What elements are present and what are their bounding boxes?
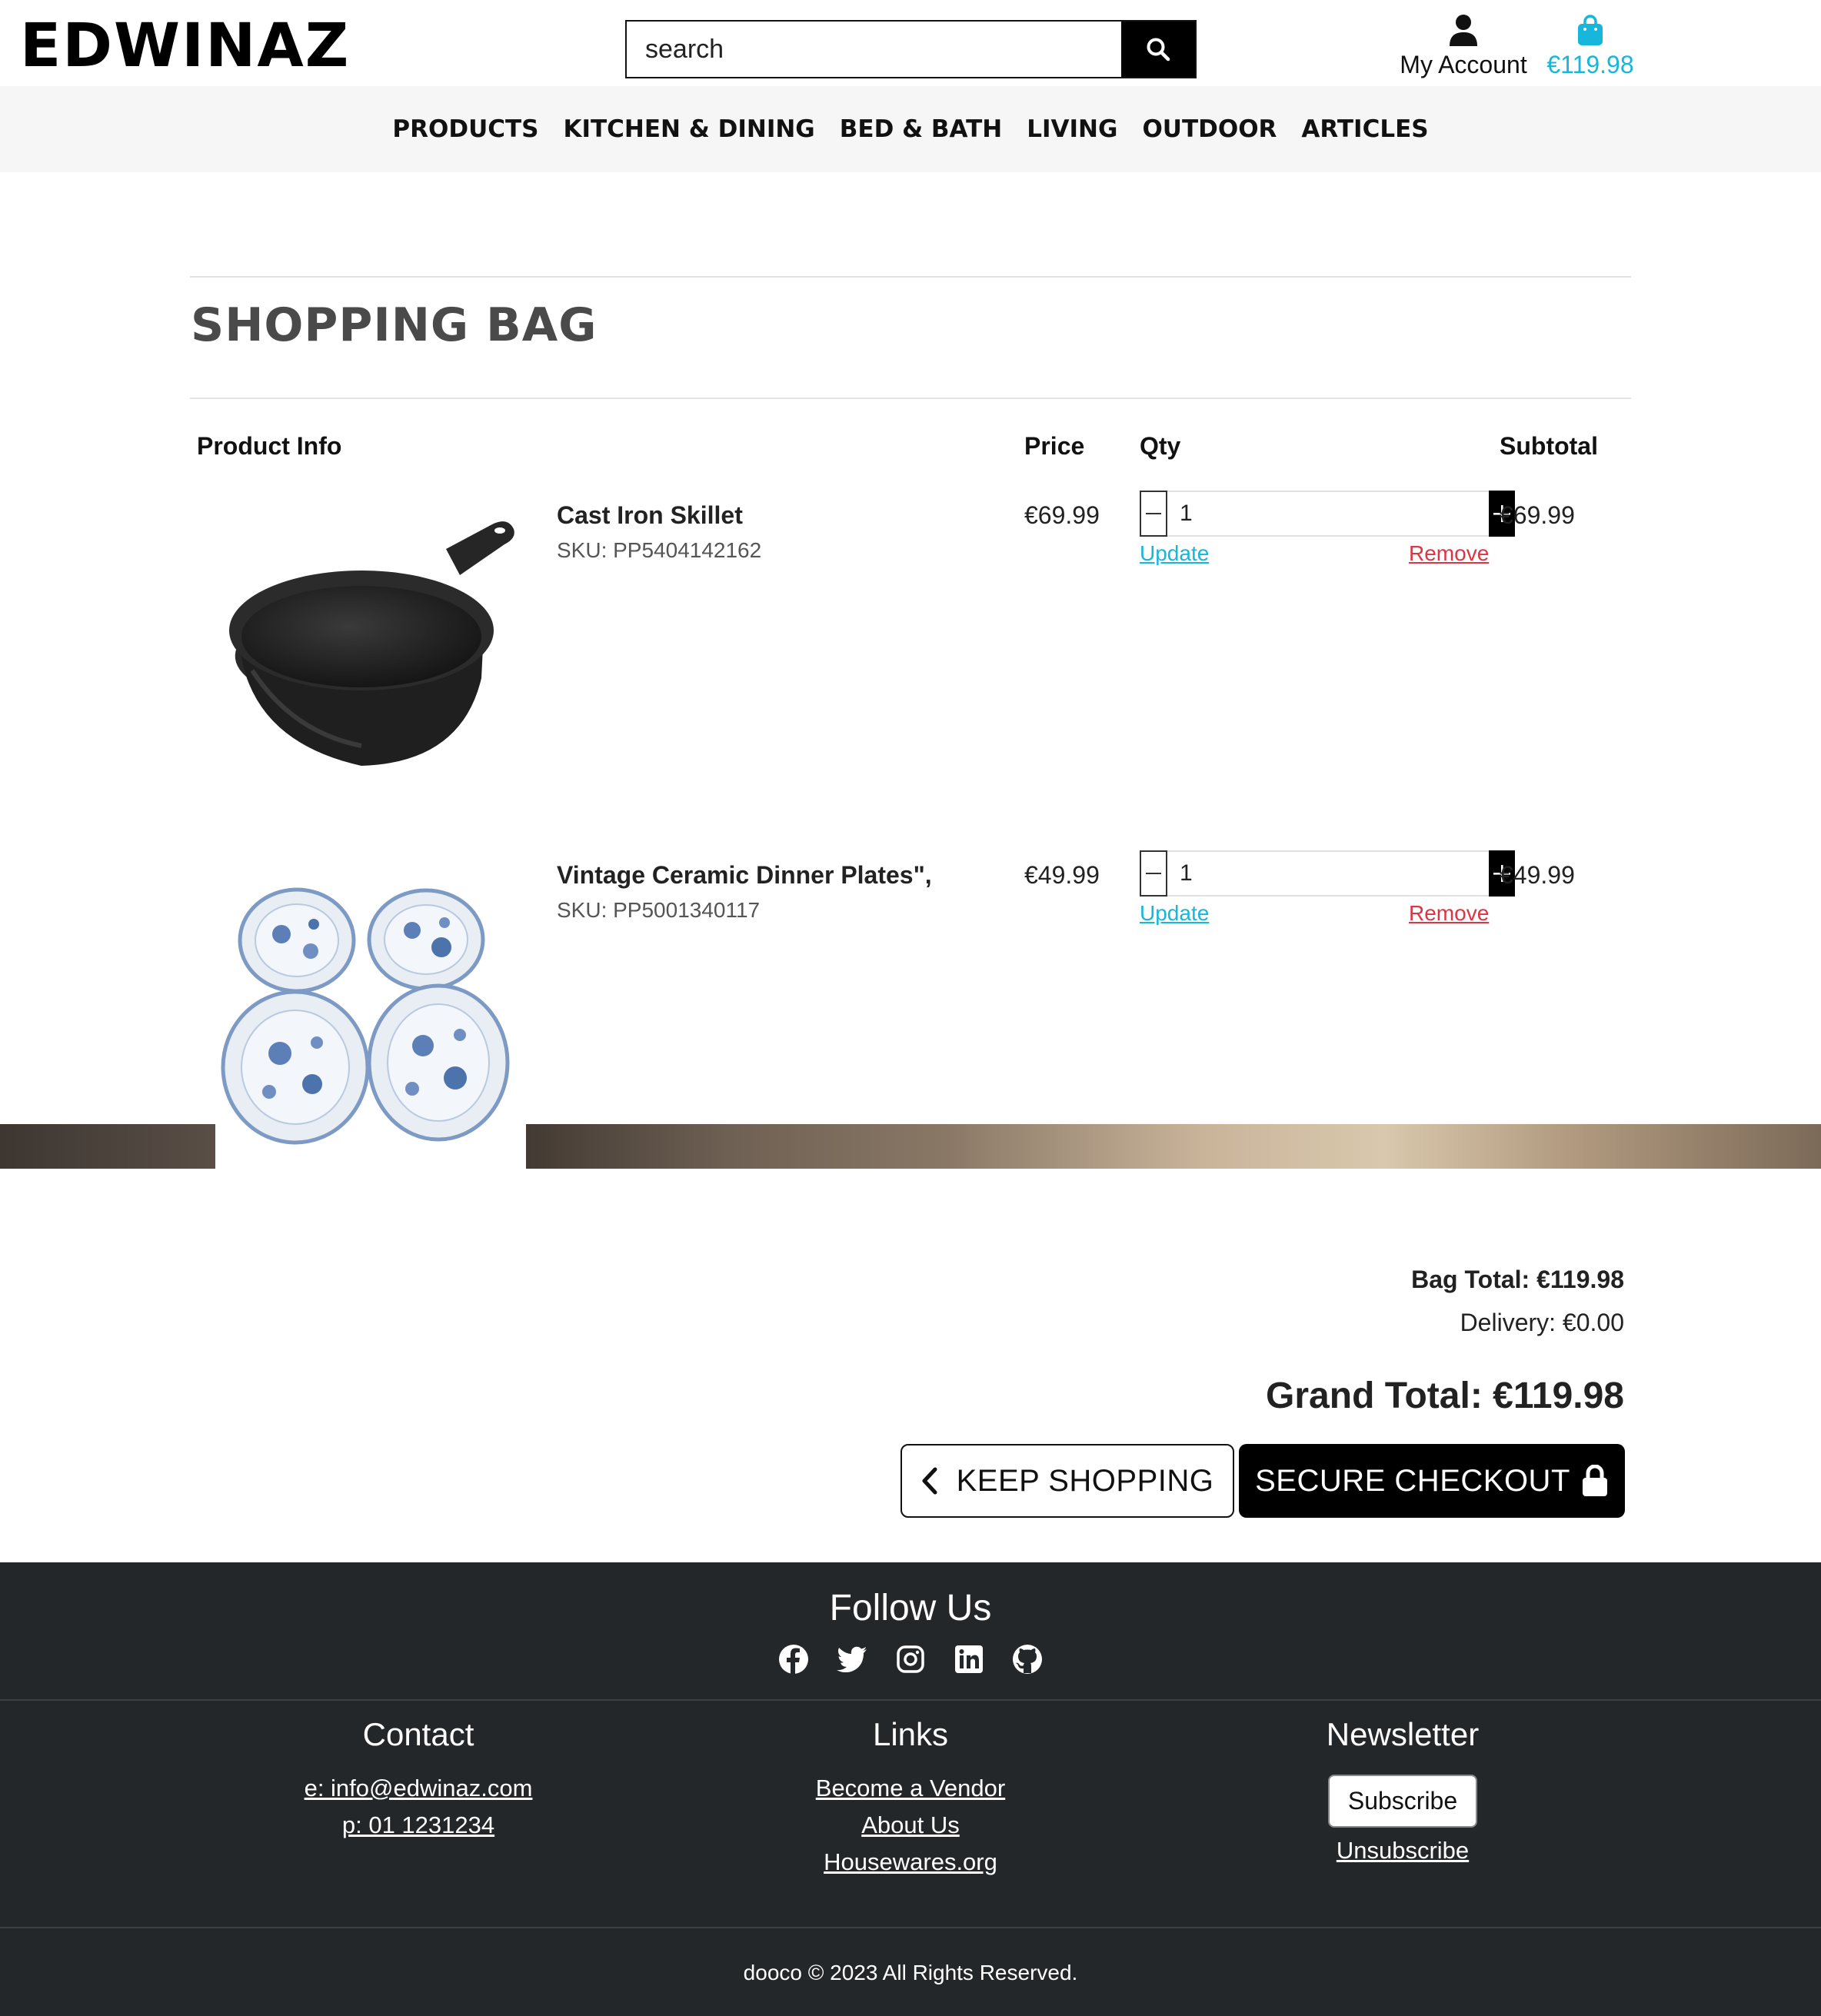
update-link[interactable]: Update <box>1140 541 1209 566</box>
product-price: €49.99 <box>1024 861 1100 889</box>
contact-email-link[interactable]: e: info@edwinaz.com <box>188 1770 649 1807</box>
links-heading: Links <box>872 1716 949 1752</box>
my-account-label: My Account <box>1400 51 1527 78</box>
shopping-bag-link[interactable]: €119.98 <box>1538 11 1643 85</box>
site-logo[interactable]: EDWINAZ <box>20 11 350 82</box>
secure-checkout-button[interactable]: SECURE CHECKOUT <box>1239 1444 1625 1518</box>
product-image-ceramic-plates[interactable] <box>215 861 526 1199</box>
decrement-button[interactable] <box>1140 491 1167 537</box>
search-form <box>625 20 1197 78</box>
footer-divider <box>0 1699 1821 1701</box>
search-button[interactable] <box>1121 22 1195 77</box>
instagram-icon <box>897 1645 924 1673</box>
delivery-cost: Delivery: €0.00 <box>1460 1309 1624 1336</box>
product-sku: SKU: PP5404142162 <box>557 538 762 562</box>
product-subtotal: €49.99 <box>1500 861 1575 889</box>
contact-heading: Contact <box>362 1716 474 1752</box>
twitter-icon <box>837 1646 867 1672</box>
page-title: SHOPPING BAG <box>191 298 598 352</box>
decrement-button[interactable] <box>1140 850 1167 897</box>
contact-phone-link[interactable]: p: 01 1231234 <box>188 1807 649 1844</box>
search-input[interactable] <box>627 22 1121 77</box>
quantity-input[interactable] <box>1167 491 1489 537</box>
search-icon <box>1147 38 1170 62</box>
user-icon <box>1450 15 1477 46</box>
product-image-cast-iron-skillet[interactable] <box>215 501 526 840</box>
newsletter-heading: Newsletter <box>1326 1716 1480 1752</box>
nav-kitchen-dining[interactable]: KITCHEN & DINING <box>563 115 814 143</box>
subscribe-button[interactable]: Subscribe <box>1327 1775 1478 1828</box>
product-name[interactable]: Vintage Ceramic Dinner Plates", <box>557 861 932 890</box>
nav-living[interactable]: LIVING <box>1027 115 1117 143</box>
nav-products[interactable]: PRODUCTS <box>392 115 538 143</box>
product-name[interactable]: Cast Iron Skillet <box>557 501 743 530</box>
column-header-subtotal: Subtotal <box>1500 432 1598 460</box>
keep-shopping-label: KEEP SHOPPING <box>956 1463 1214 1498</box>
product-price: €69.99 <box>1024 501 1100 529</box>
footer-divider <box>0 1927 1821 1928</box>
keep-shopping-button[interactable]: KEEP SHOPPING <box>901 1444 1234 1518</box>
shopping-bag-icon <box>1578 15 1603 45</box>
nav-bed-bath[interactable]: BED & BATH <box>840 115 1002 143</box>
bag-item-row: Vintage Ceramic Dinner Plates", SKU: PP5… <box>0 850 1821 1199</box>
github-link[interactable] <box>1012 1644 1043 1675</box>
nav-outdoor[interactable]: OUTDOOR <box>1142 115 1277 143</box>
my-account-link[interactable]: My Account <box>1392 11 1535 85</box>
bag-item-row: Cast Iron Skillet SKU: PP5404142162 €69.… <box>0 491 1821 840</box>
footer-links: Links Become a Vendor About Us Houseware… <box>680 1716 1141 1881</box>
remove-link[interactable]: Remove <box>1409 901 1489 926</box>
quantity-input[interactable] <box>1167 850 1489 897</box>
product-subtotal: €69.99 <box>1500 501 1575 529</box>
minus-icon <box>1146 513 1161 514</box>
linkedin-icon <box>955 1645 983 1673</box>
column-header-qty: Qty <box>1140 432 1181 460</box>
column-header-product-info: Product Info <box>197 432 342 460</box>
footer-contact: Contact e: info@edwinaz.com p: 01 123123… <box>188 1716 649 1844</box>
main-nav: PRODUCTS KITCHEN & DINING BED & BATH LIV… <box>0 86 1821 172</box>
github-icon <box>1013 1645 1042 1674</box>
secure-checkout-label: SECURE CHECKOUT <box>1255 1463 1570 1498</box>
minus-icon <box>1146 873 1161 874</box>
about-us-link[interactable]: About Us <box>680 1807 1141 1844</box>
nav-articles[interactable]: ARTICLES <box>1301 115 1428 143</box>
grand-total: Grand Total: €119.98 <box>1266 1376 1624 1416</box>
product-sku: SKU: PP5001340117 <box>557 898 761 922</box>
divider <box>190 398 1631 399</box>
quantity-stepper <box>1140 491 1515 537</box>
quantity-stepper <box>1140 850 1515 897</box>
site-footer: Follow Us Contact e: info@edwinaz.com p:… <box>0 1562 1821 2016</box>
linkedin-link[interactable] <box>954 1644 984 1675</box>
lock-icon <box>1582 1465 1607 1496</box>
chevron-left-icon <box>922 1467 937 1495</box>
facebook-icon <box>779 1645 808 1674</box>
update-link[interactable]: Update <box>1140 901 1209 926</box>
remove-link[interactable]: Remove <box>1409 541 1489 566</box>
unsubscribe-link[interactable]: Unsubscribe <box>1172 1832 1633 1869</box>
bag-total-label: €119.98 <box>1546 51 1634 78</box>
follow-us-heading: Follow Us <box>829 1588 992 1628</box>
housewares-link[interactable]: Housewares.org <box>680 1844 1141 1881</box>
social-links <box>0 1644 1821 1675</box>
become-vendor-link[interactable]: Become a Vendor <box>680 1770 1141 1807</box>
column-header-price: Price <box>1024 432 1085 460</box>
footer-newsletter: Newsletter Subscribe Unsubscribe <box>1172 1716 1633 1869</box>
facebook-link[interactable] <box>778 1644 809 1675</box>
copyright-text: dooco © 2023 All Rights Reserved. <box>743 1961 1078 1984</box>
twitter-link[interactable] <box>837 1644 867 1675</box>
instagram-link[interactable] <box>895 1644 926 1675</box>
bag-total: Bag Total: €119.98 <box>1411 1266 1624 1293</box>
divider <box>190 276 1631 278</box>
